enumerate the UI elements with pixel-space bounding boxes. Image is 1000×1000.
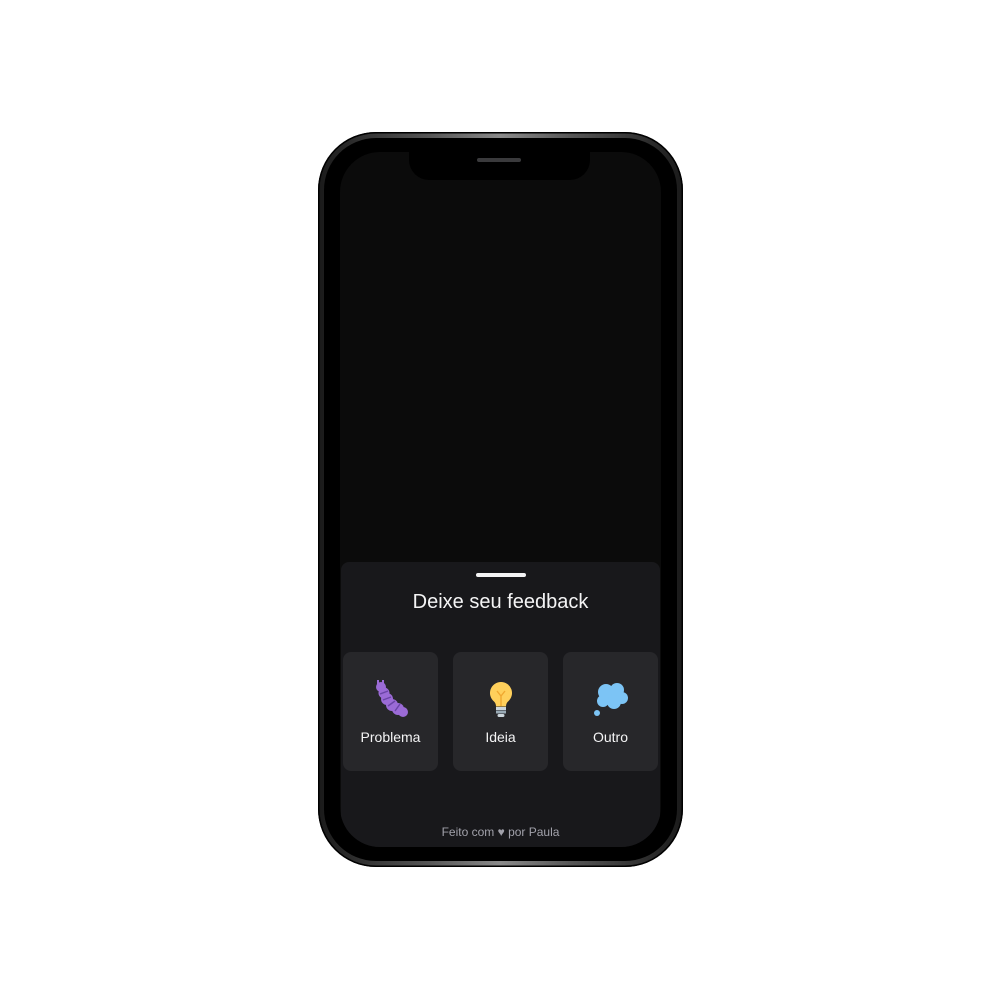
notch (409, 152, 590, 180)
drag-handle[interactable] (476, 573, 526, 577)
heart-icon: ♥ (497, 825, 505, 839)
footer-prefix: Feito com (441, 825, 495, 839)
footer-credit: Feito com ♥ por Paula (341, 825, 660, 839)
option-problema-button[interactable]: Problema (343, 652, 438, 771)
feedback-widget: Deixe seu feedback Problema Ideia Outro … (341, 562, 660, 847)
speaker (477, 158, 521, 162)
widget-title: Deixe seu feedback (412, 591, 589, 613)
bug-icon (375, 679, 408, 717)
phone-frame: Deixe seu feedback Problema Ideia Outro … (318, 132, 683, 867)
lightbulb-icon (489, 681, 512, 717)
phone-screen: Deixe seu feedback Problema Ideia Outro … (340, 152, 661, 847)
footer-author-link[interactable]: por Paula (508, 825, 559, 839)
thought-bubble-icon (593, 682, 628, 716)
option-outro-button[interactable]: Outro (563, 652, 658, 771)
option-ideia-button[interactable]: Ideia (453, 652, 548, 771)
option-label: Problema (360, 728, 421, 745)
option-label: Ideia (485, 728, 516, 745)
option-label: Outro (592, 728, 628, 745)
